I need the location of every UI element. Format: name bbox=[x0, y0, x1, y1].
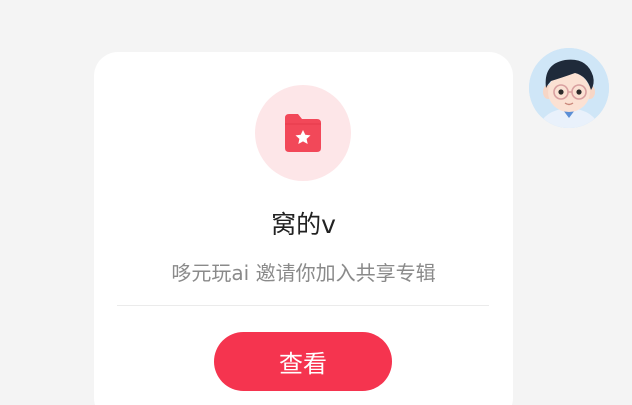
album-icon-badge bbox=[255, 85, 351, 181]
starred-folder-icon bbox=[285, 114, 321, 152]
invite-message: 哆元玩ai 邀请你加入共享专辑 bbox=[171, 261, 436, 285]
album-title: 窝的v bbox=[271, 210, 336, 239]
view-button[interactable]: 查看 bbox=[214, 332, 392, 391]
card-divider bbox=[117, 305, 489, 306]
avatar[interactable] bbox=[529, 48, 609, 128]
cartoon-boy-avatar bbox=[529, 48, 609, 128]
chat-view: 窝的v 哆元玩ai 邀请你加入共享专辑 查看 bbox=[0, 0, 632, 405]
shared-album-invite-card[interactable]: 窝的v 哆元玩ai 邀请你加入共享专辑 查看 bbox=[94, 52, 513, 405]
